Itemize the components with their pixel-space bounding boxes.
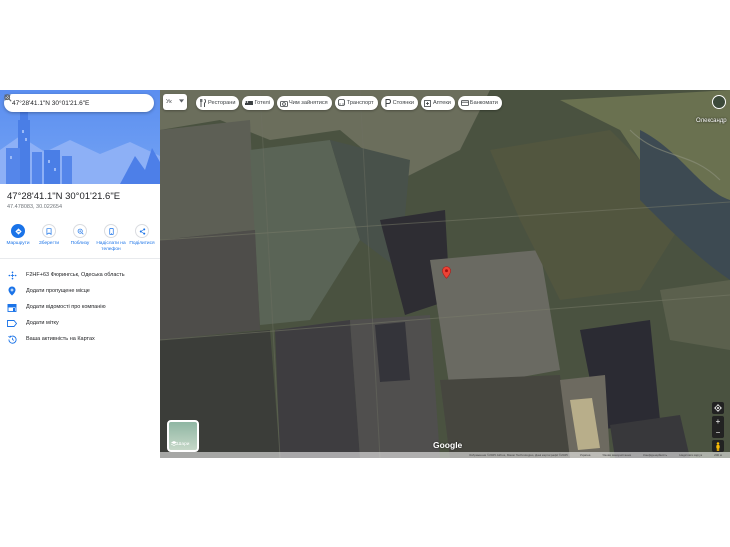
zoom-control: + − (712, 416, 724, 438)
chip-things-to-do[interactable]: Чим зайнятися (277, 96, 332, 110)
pharmacy-icon (424, 99, 432, 107)
share-label: Поділитися (129, 241, 155, 246)
street-view-pegman-icon[interactable] (712, 440, 724, 452)
avatar[interactable] (712, 95, 726, 109)
add-business-row[interactable]: Додати відомості про компанію (0, 299, 160, 315)
send-to-phone-label: Надіслати на телефон (96, 241, 126, 252)
satellite-map[interactable]: Ук Ресторани Готелі Чим зайнятися Трансп… (160, 90, 730, 458)
plus-code-icon (7, 270, 17, 280)
action-bar: Маршрути Зберегти Поблизу Надіслати на т… (3, 224, 157, 252)
layers-label: Шари (177, 442, 190, 447)
maps-activity-text: Ваша активність на Картах (26, 336, 95, 342)
add-business-text: Додати відомості про компанію (26, 304, 106, 310)
language-label: Ук (166, 99, 172, 105)
add-label-row[interactable]: Додати мітку (0, 315, 160, 331)
plus-code-text: F2HF+63 Фюрингськ, Одеська область (26, 272, 125, 278)
save-button[interactable]: Зберегти (34, 224, 64, 252)
category-chips: Ресторани Готелі Чим зайнятися Транспорт… (196, 96, 502, 110)
camera-icon (280, 99, 288, 107)
my-location-button[interactable] (712, 402, 724, 414)
imagery-attribution: Зображення ©2025 Airbus, Maxar Technolog… (469, 453, 568, 457)
history-icon (7, 334, 17, 344)
save-label: Зберегти (38, 241, 60, 246)
chip-atms[interactable]: Банкомати (457, 96, 502, 110)
layers-button[interactable]: Шари (167, 420, 199, 452)
map-footer: Зображення ©2025 Airbus, Maxar Technolog… (160, 452, 730, 458)
layers-label-wrap: Шари (170, 441, 190, 448)
privacy-link[interactable]: Конфіденційність (643, 453, 667, 457)
atm-icon (461, 99, 469, 107)
chip-transit[interactable]: Транспорт (334, 96, 378, 110)
send-to-phone-button[interactable]: Надіслати на телефон (96, 224, 126, 252)
place-coordinates: 47.478083, 30.022654 (7, 204, 63, 210)
chip-hotels-label: Готелі (254, 100, 271, 106)
zoom-out-button[interactable]: − (716, 428, 721, 437)
search-icon[interactable] (4, 94, 134, 109)
add-place-text: Додати пропущене місце (26, 288, 90, 294)
place-title: 47°28'41.1"N 30°01'21.6"E (7, 191, 121, 202)
chip-transit-label: Транспорт (346, 100, 374, 106)
place-info-list: F2HF+63 Фюрингськ, Одеська область Додат… (0, 267, 160, 347)
nearby-label: Поблизу (70, 241, 90, 246)
add-place-row[interactable]: Додати пропущене місце (0, 283, 160, 299)
chip-hotels[interactable]: Готелі (242, 96, 275, 110)
chevron-down-icon (179, 99, 184, 105)
location-pin-icon[interactable] (442, 266, 451, 279)
plus-code-row[interactable]: F2HF+63 Фюрингськ, Одеська область (0, 267, 160, 283)
directions-label: Маршрути (6, 241, 30, 246)
share-icon (135, 224, 149, 238)
zoom-in-button[interactable]: + (716, 417, 721, 426)
maps-activity-row[interactable]: Ваша активність на Картах (0, 331, 160, 347)
maps-app: 47°28'41.1"N 30°01'21.6"E 47.478083, 30.… (0, 90, 730, 458)
nearby-button[interactable]: Поблизу (65, 224, 95, 252)
feedback-link[interactable]: Надіслати відгук (679, 453, 702, 457)
chip-parking-label: Стоянки (392, 100, 414, 106)
scale-bar[interactable]: 200 м (714, 453, 722, 457)
bookmark-icon (42, 224, 56, 238)
add-place-icon (7, 286, 17, 296)
hotel-icon (245, 99, 254, 107)
chip-restaurants[interactable]: Ресторани (196, 96, 240, 110)
town-label: Олександр (696, 118, 727, 124)
terms-link[interactable]: Умови використання (602, 453, 631, 457)
side-panel: 47°28'41.1"N 30°01'21.6"E 47.478083, 30.… (0, 90, 161, 458)
nearby-icon (73, 224, 87, 238)
parking-icon (384, 99, 392, 107)
chip-things-to-do-label: Чим зайнятися (289, 100, 328, 106)
share-button[interactable]: Поділитися (127, 224, 157, 252)
transit-icon (338, 99, 346, 107)
search-box (4, 94, 154, 112)
restaurant-icon (199, 99, 207, 107)
search-input[interactable] (12, 99, 120, 107)
crosshair-icon (714, 404, 722, 412)
divider (0, 258, 160, 259)
send-to-phone-icon (104, 224, 118, 238)
close-icon[interactable] (4, 94, 150, 109)
chip-pharmacies[interactable]: Аптеки (420, 96, 455, 110)
chip-parking[interactable]: Стоянки (380, 96, 418, 110)
place-hero-image (0, 90, 160, 184)
chip-pharmacies-label: Аптеки (432, 100, 451, 106)
label-icon (7, 318, 17, 328)
directions-button[interactable]: Маршрути (3, 224, 33, 252)
language-select[interactable]: Ук (163, 94, 187, 110)
chip-restaurants-label: Ресторани (208, 100, 236, 106)
directions-icon (11, 224, 25, 238)
business-icon (7, 302, 17, 312)
google-logo: Google (433, 440, 463, 450)
chip-atms-label: Банкомати (469, 100, 498, 106)
country-link[interactable]: Україна (580, 453, 591, 457)
add-label-text: Додати мітку (26, 320, 59, 326)
